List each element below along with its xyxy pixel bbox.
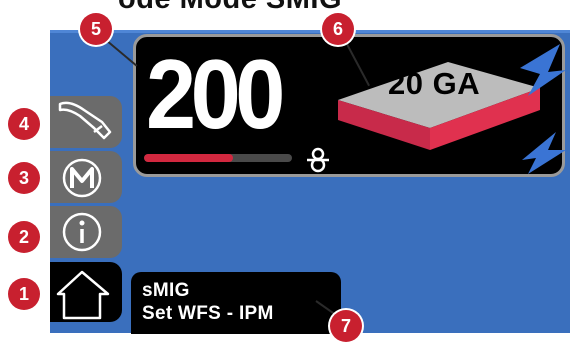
callout-marker-2: 2 (8, 221, 40, 253)
callout-marker-3: 3 (8, 162, 40, 194)
material-thickness-label: 20 GA (388, 66, 481, 101)
status-line-process: sMIG (142, 280, 190, 301)
callout-marker-7: 7 (330, 310, 362, 342)
page-heading: ode Mode SMIG (118, 0, 342, 15)
wfs-level-bar (144, 154, 292, 162)
memory-button[interactable] (50, 151, 122, 203)
wfs-level-fill (144, 154, 233, 162)
callout-marker-1: 1 (8, 278, 40, 310)
torch-button[interactable] (50, 96, 122, 148)
dial-icon (307, 147, 329, 173)
callout-marker-5: 5 (80, 13, 112, 45)
info-icon (62, 212, 102, 252)
wfs-value: 200 (146, 39, 285, 149)
info-button[interactable] (50, 206, 122, 258)
torch-icon (58, 101, 112, 140)
home-button[interactable] (50, 262, 122, 322)
callout-marker-6: 6 (322, 13, 354, 45)
home-icon (56, 270, 110, 320)
status-line-setting: Set WFS - IPM (142, 303, 274, 324)
memory-m-icon (62, 158, 102, 198)
callout-marker-4: 4 (8, 108, 40, 140)
